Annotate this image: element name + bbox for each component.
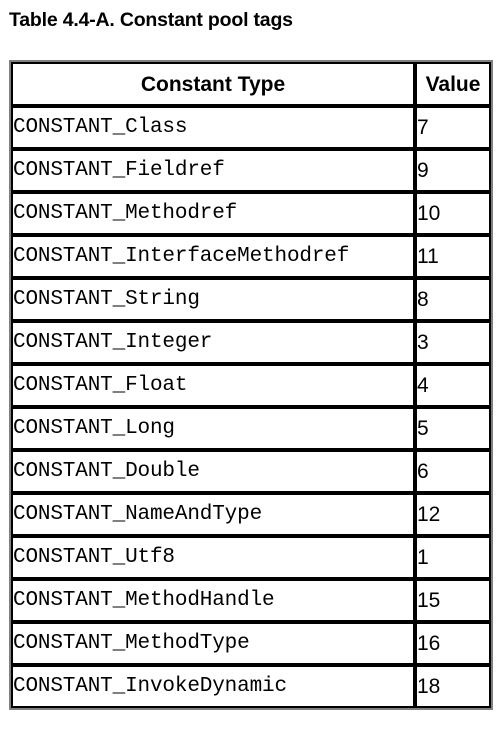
cell-constant-type: CONSTANT_Utf8 <box>11 536 415 579</box>
cell-value: 5 <box>415 407 491 450</box>
table-header-row: Constant Type Value <box>11 62 491 106</box>
cell-value: 9 <box>415 149 491 192</box>
table-row: CONSTANT_Long 5 <box>11 407 491 450</box>
cell-value: 6 <box>415 450 491 493</box>
cell-constant-type: CONSTANT_NameAndType <box>11 493 415 536</box>
constant-pool-tags-table: Constant Type Value CONSTANT_Class 7 CONST… <box>9 60 493 710</box>
cell-constant-type: CONSTANT_Integer <box>11 321 415 364</box>
cell-constant-type: CONSTANT_MethodType <box>11 622 415 665</box>
cell-value: 12 <box>415 493 491 536</box>
cell-value: 16 <box>415 622 491 665</box>
cell-constant-type: CONSTANT_String <box>11 278 415 321</box>
column-header-value: Value <box>415 62 491 106</box>
table-row: CONSTANT_Fieldref 9 <box>11 149 491 192</box>
cell-value: 8 <box>415 278 491 321</box>
cell-constant-type: CONSTANT_Long <box>11 407 415 450</box>
table-row: CONSTANT_String 8 <box>11 278 491 321</box>
table-row: CONSTANT_NameAndType 12 <box>11 493 491 536</box>
table-row: CONSTANT_MethodHandle 15 <box>11 579 491 622</box>
column-header-constant-type-label: Constant Type <box>140 72 286 96</box>
cell-constant-type: CONSTANT_InvokeDynamic <box>11 665 415 708</box>
cell-value: 1 <box>415 536 491 579</box>
cell-constant-type: CONSTANT_Methodref <box>11 192 415 235</box>
cell-value: 11 <box>415 235 491 278</box>
table-row: CONSTANT_InvokeDynamic 18 <box>11 665 491 708</box>
table-row: CONSTANT_InterfaceMethodref 11 <box>11 235 491 278</box>
column-header-constant-type: Constant Type <box>11 62 415 106</box>
cell-value: 18 <box>415 665 491 708</box>
table-row: CONSTANT_Methodref 10 <box>11 192 491 235</box>
table-row: CONSTANT_Utf8 1 <box>11 536 491 579</box>
cell-value: 10 <box>415 192 491 235</box>
cell-value: 4 <box>415 364 491 407</box>
cell-constant-type: CONSTANT_Class <box>11 106 415 149</box>
cell-constant-type: CONSTANT_Double <box>11 450 415 493</box>
table-header: Constant Type Value <box>11 62 491 106</box>
cell-constant-type: CONSTANT_MethodHandle <box>11 579 415 622</box>
column-header-value-label: Value <box>425 72 481 96</box>
document-page: Table 4.4-A. Constant pool tags Constant… <box>0 0 502 734</box>
table-row: CONSTANT_Float 4 <box>11 364 491 407</box>
table-row: CONSTANT_Integer 3 <box>11 321 491 364</box>
cell-value: 3 <box>415 321 491 364</box>
table-row: CONSTANT_Double 6 <box>11 450 491 493</box>
table-caption: Table 4.4-A. Constant pool tags <box>9 9 293 31</box>
table-row: CONSTANT_Class 7 <box>11 106 491 149</box>
cell-constant-type: CONSTANT_Fieldref <box>11 149 415 192</box>
cell-constant-type: CONSTANT_Float <box>11 364 415 407</box>
cell-value: 15 <box>415 579 491 622</box>
table-row: CONSTANT_MethodType 16 <box>11 622 491 665</box>
table-body: CONSTANT_Class 7 CONSTANT_Fieldref 9 CONSTAN… <box>11 106 491 708</box>
cell-value: 7 <box>415 106 491 149</box>
cell-constant-type: CONSTANT_InterfaceMethodref <box>11 235 415 278</box>
